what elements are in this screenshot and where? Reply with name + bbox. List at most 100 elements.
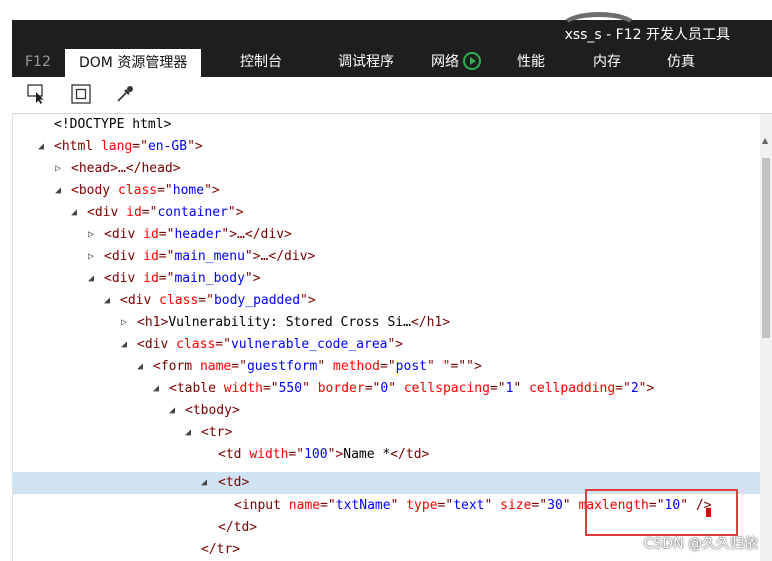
collapse-arrow-icon[interactable]: ◢ (55, 180, 61, 202)
tag-text: " (513, 381, 530, 396)
expand-arrow-icon[interactable]: ▷ (55, 158, 61, 180)
attribute-value: 100 (304, 447, 328, 462)
collapse-arrow-icon[interactable]: ◢ (137, 356, 143, 378)
expand-arrow-icon[interactable]: ▷ (121, 312, 127, 334)
tag-text: =" (380, 359, 396, 374)
attribute-value: header (174, 227, 222, 242)
highlight-element-icon[interactable] (70, 83, 92, 105)
dom-node[interactable]: <!DOCTYPE html> (13, 114, 761, 136)
attribute-name: id (143, 227, 159, 242)
tag-text: =" (141, 205, 158, 220)
dom-node[interactable]: ◢ <form name="guestform" method="post" "… (13, 356, 761, 378)
dom-node[interactable]: ◢ <div id="main_body"> (13, 268, 761, 290)
expand-arrow-icon[interactable]: ▷ (88, 246, 94, 268)
attribute-name: id (143, 249, 159, 264)
tab-debugger[interactable]: 调试程序 (338, 47, 394, 77)
expand-arrow-icon[interactable]: ▷ (88, 224, 94, 246)
attribute-value: 2 (630, 381, 639, 396)
tag-text: <form (153, 359, 200, 374)
collapse-arrow-icon[interactable]: ◢ (185, 422, 191, 444)
highlight-annotation (585, 489, 738, 536)
tag-text: "> (187, 139, 203, 154)
tag-text: ">…</div> (221, 227, 292, 242)
tab-bar: F12 DOM 资源管理器 控制台 调试程序 网络 性能 内存 仿真 (12, 47, 772, 77)
collapse-arrow-icon[interactable]: ◢ (104, 290, 110, 312)
tag-text: " (317, 359, 334, 374)
collapse-arrow-icon[interactable]: ◢ (169, 400, 175, 422)
dom-node[interactable]: ◢ <div id="container"> (13, 202, 761, 224)
dom-node-text: <!DOCTYPE html> (54, 117, 172, 132)
collapse-arrow-icon[interactable]: ◢ (88, 268, 94, 290)
color-picker-icon[interactable] (114, 83, 136, 105)
play-icon[interactable] (463, 52, 481, 70)
tab-emulation[interactable]: 仿真 (667, 47, 695, 77)
tag-text: " (302, 381, 318, 396)
tag-text: =" (489, 381, 506, 396)
tag-text: =" (231, 359, 247, 374)
dom-node[interactable]: ▷ <div id="header">…</div> (13, 224, 761, 246)
tab-performance[interactable]: 性能 (517, 47, 545, 77)
scrollbar-thumb[interactable] (762, 158, 770, 338)
dom-node[interactable]: ◢ <div class="body_padded"> (13, 290, 761, 312)
tab-f12[interactable]: F12 (25, 47, 51, 77)
attribute-name: cellspacing (403, 381, 490, 396)
vertical-scrollbar[interactable]: ▲ (760, 114, 772, 561)
dom-node[interactable]: <td width="100">Name *</td> (13, 444, 761, 466)
attribute-value: main_body (174, 271, 245, 286)
toolbar (12, 77, 772, 114)
attribute-name: class (159, 293, 199, 308)
attribute-name: name (288, 498, 321, 513)
collapse-arrow-icon[interactable]: ◢ (38, 136, 44, 158)
tab-memory[interactable]: 内存 (593, 47, 621, 77)
collapse-arrow-icon[interactable]: ◢ (121, 334, 127, 356)
tab-network-label: 网络 (431, 54, 459, 70)
dom-node[interactable]: ◢ <html lang="en-GB"> (13, 136, 761, 158)
tab-network[interactable]: 网络 (431, 47, 481, 77)
dom-node[interactable]: ▷ <h1>Vulnerability: Stored Cross Si…</h… (13, 312, 761, 334)
attribute-name: cellpadding (529, 381, 616, 396)
dom-node[interactable]: ▷ <div id="main_menu">…</div> (13, 246, 761, 268)
dom-node[interactable]: ◢ <table width="550" border="0" cellspac… (13, 378, 761, 400)
dom-node[interactable]: ◢ <body class="home"> (13, 180, 761, 202)
tag-text: "> (327, 447, 344, 462)
tab-console[interactable]: 控制台 (240, 47, 282, 77)
attribute-name: border (317, 381, 365, 396)
attribute-value: container (157, 205, 228, 220)
attribute-value: txtName (335, 498, 391, 513)
collapse-arrow-icon[interactable]: ◢ (71, 202, 77, 224)
tag-text: <table (169, 381, 224, 396)
attribute-name: class (117, 183, 158, 198)
tag-text: "> (300, 293, 316, 308)
attribute-name: method (333, 359, 381, 374)
attribute-name: size (500, 498, 532, 513)
tag-text: " (388, 381, 404, 396)
tag-text: <div (104, 271, 144, 286)
attribute-value: body_padded (213, 293, 301, 308)
dom-node[interactable]: ▷ <head>…</head> (13, 158, 761, 180)
tag-text: "> (466, 359, 482, 374)
top-strip (0, 0, 772, 20)
tag-text: <div (87, 205, 127, 220)
dom-node[interactable]: ◢ <div class="vulnerable_code_area"> (13, 334, 761, 356)
select-element-icon[interactable] (26, 83, 48, 105)
tab-dom-explorer[interactable]: DOM 资源管理器 (65, 49, 202, 77)
collapse-arrow-icon[interactable]: ◢ (153, 378, 159, 400)
tag-text: =" (364, 381, 381, 396)
attribute-name: id (126, 205, 142, 220)
tag-text: =" (531, 498, 548, 513)
attribute-value: post (395, 359, 427, 374)
tag-text: <h1> (137, 315, 169, 330)
collapse-arrow-icon[interactable]: ◢ (201, 472, 207, 494)
tag-text: "> (638, 381, 655, 396)
tag-text: <tbody> (185, 403, 240, 418)
tag-text: =" (158, 227, 175, 242)
attribute-value: 30 (547, 498, 563, 513)
attribute-name: id (143, 271, 159, 286)
tag-text: =" (198, 293, 214, 308)
tag-text: </td> (390, 447, 430, 462)
dom-node[interactable]: ◢ <tr> (13, 422, 761, 444)
scroll-up-icon[interactable]: ▲ (762, 136, 768, 145)
dom-node[interactable]: ◢ <tbody> (13, 400, 761, 422)
tag-text: <head>…</head> (71, 161, 181, 176)
tag-text: "> (387, 337, 404, 352)
